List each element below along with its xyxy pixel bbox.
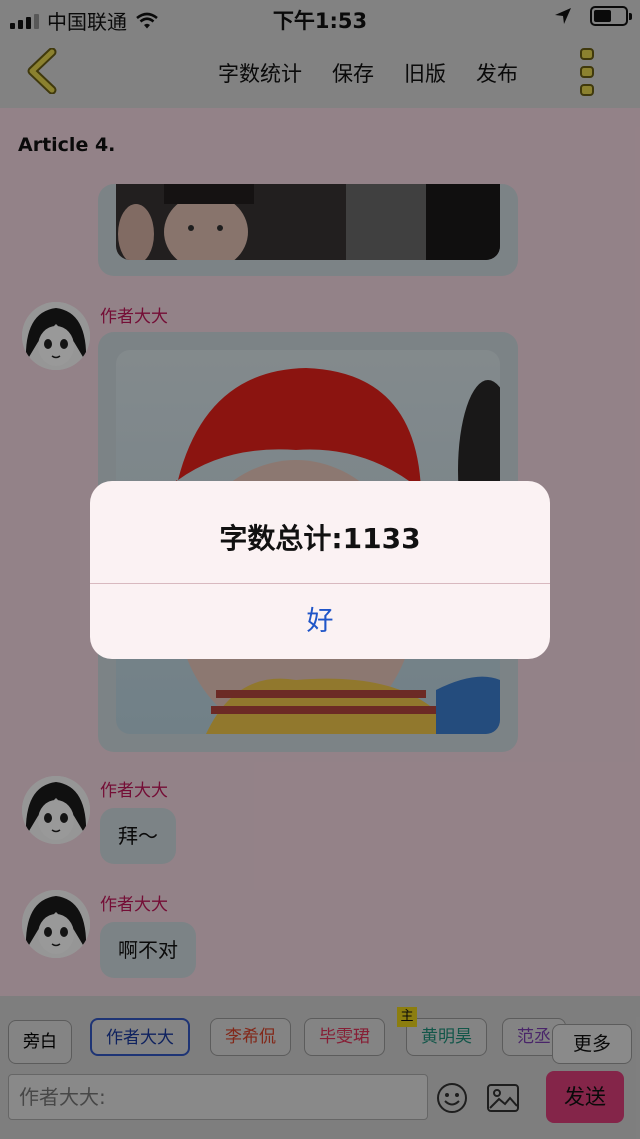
alert-title: 字数总计:1133	[219, 522, 421, 555]
word-count-alert: 字数总计:1133 好	[90, 481, 550, 659]
alert-ok-button[interactable]: 好	[90, 584, 550, 659]
